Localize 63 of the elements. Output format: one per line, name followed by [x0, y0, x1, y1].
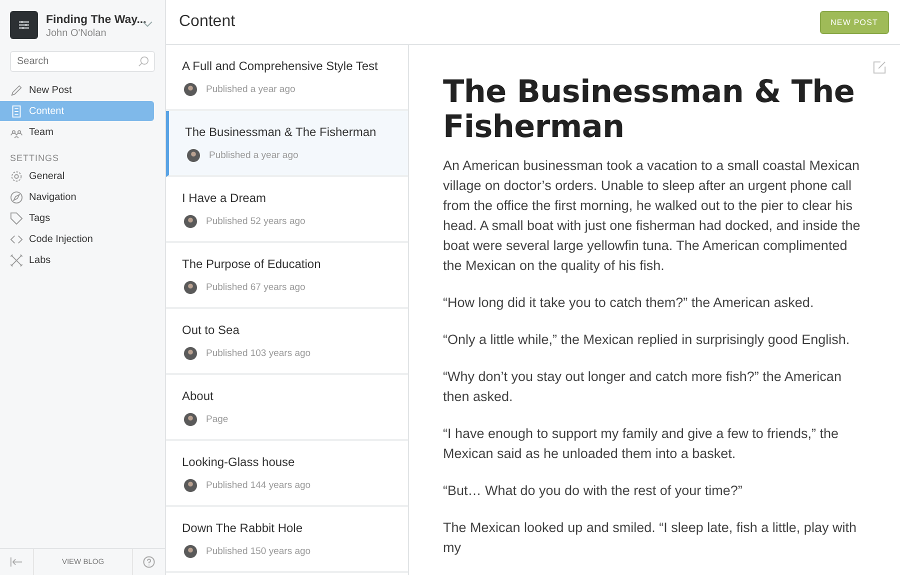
post-title: Out to Sea [182, 323, 240, 337]
article-paragraph: “Why don’t you stay out longer and catch more fish?” the American then asked. [443, 368, 842, 406]
post-status: Published a year ago [209, 150, 298, 161]
cross-icon [10, 254, 23, 266]
post-item[interactable]: About Page [166, 375, 408, 441]
post-title: The Businessman & The Fisherman [185, 125, 378, 139]
help-icon[interactable] [143, 556, 155, 568]
post-status: Published 52 years ago [206, 216, 306, 227]
post-item[interactable]: I Have a Dream Published 52 years ago [166, 177, 408, 243]
edit-icon[interactable] [873, 61, 886, 74]
avatar-icon [184, 347, 197, 360]
post-item[interactable]: Out to Sea Published 103 years ago [166, 309, 408, 375]
avatar-icon [187, 149, 200, 162]
gear-icon [10, 170, 23, 182]
pencil-icon [10, 84, 23, 96]
article-paragraph: An American businessman took a vacation to a small coastal Mexican village on doctor’s orders. Unable to sleep after an urgent phone call from the office the first morning, he walked out to the pier to clear his head. A small boat with just one fisherman had docked, and inside the boat were several large yellowfin tuna. The American complimented the Mexican on the quality of his fish. [443, 157, 862, 276]
nav-item[interactable]: Labs [0, 250, 154, 270]
post-item[interactable]: The Businessman & The Fisherman Published a year ago [166, 111, 408, 177]
article-paragraph: “Only a little while,” the Mexican replied in surprisingly good English. [443, 331, 851, 350]
post-status: Published a year ago [206, 84, 296, 95]
avatar-icon [184, 281, 197, 294]
avatar-icon [184, 413, 197, 426]
collapse-icon[interactable] [10, 557, 23, 567]
section-heading: SETTINGS [9, 152, 60, 165]
post-item[interactable]: Looking-Glass house Published 144 years ago [166, 441, 408, 507]
nav-item[interactable]: Navigation [0, 187, 154, 207]
nav-item[interactable]: New Post [0, 80, 154, 100]
blog-logo-icon [10, 10, 38, 38]
post-title: The Purpose of Education [182, 257, 322, 271]
post-item[interactable]: The Purpose of Education Published 67 years ago [166, 243, 408, 309]
article-paragraph: “I have enough to support my family and give a few to friends,” the Mexican said as he unloaded them into a basket. [443, 425, 840, 464]
avatar-icon [184, 215, 197, 228]
blog-title[interactable]: Finding The Way... [46, 12, 146, 28]
post-title: Down The Rabbit Hole [182, 521, 304, 535]
post-title: A Full and Comprehensive Style Test [182, 59, 379, 73]
nav-item[interactable]: Code Injection [0, 229, 154, 249]
article-title: The Businessman & The Fisherman [443, 75, 856, 144]
search-field[interactable]: Search [10, 51, 155, 72]
post-title: I Have a Dream [182, 191, 268, 205]
post-title: Looking-Glass house [182, 455, 296, 469]
tag-icon [10, 212, 23, 224]
post-status: Published 144 years ago [206, 480, 311, 491]
avatar-icon [184, 83, 197, 96]
post-title: About [182, 389, 214, 403]
nav-item[interactable]: Tags [0, 208, 154, 228]
nav-item[interactable]: Team [0, 122, 154, 142]
post-status: Page [206, 414, 228, 425]
page-title: Content [179, 13, 236, 31]
article-paragraph: The Mexican looked up and smiled. “I sleep late, fish a little, play with my [443, 519, 858, 558]
post-status: Published 150 years ago [206, 546, 311, 557]
code-icon [10, 232, 23, 246]
user-name: John O'Nolan [46, 28, 108, 39]
post-status: Published 67 years ago [206, 282, 306, 293]
post-status: Published 103 years ago [206, 348, 311, 359]
search-icon [138, 56, 149, 67]
article-paragraph: “How long did it take you to catch them?” the American asked. [443, 294, 815, 312]
avatar-icon [184, 479, 197, 492]
document-icon [10, 104, 23, 118]
nav-item[interactable]: General [0, 166, 154, 186]
avatar-icon [184, 545, 197, 558]
post-item[interactable]: Down The Rabbit Hole Published 150 years ago [166, 507, 408, 573]
compass-icon [10, 190, 23, 204]
article-paragraph: “But… What do you do with the rest of your time?” [443, 482, 744, 500]
